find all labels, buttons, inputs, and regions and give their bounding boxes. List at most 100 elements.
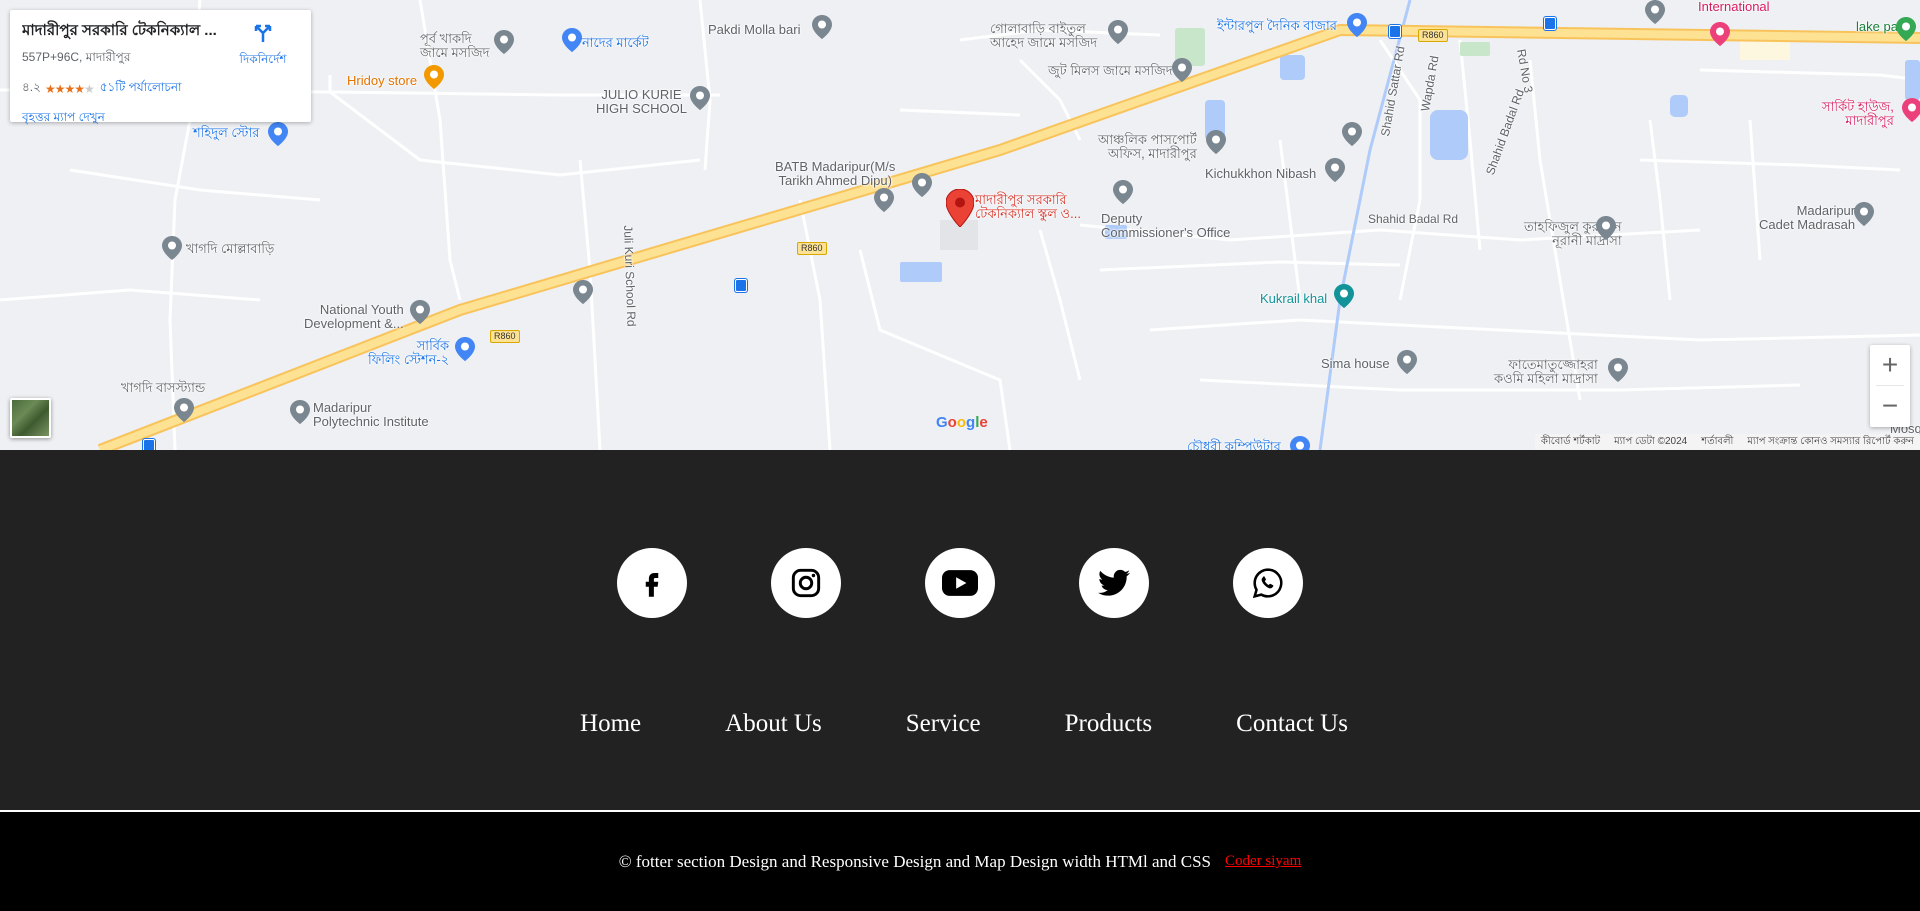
terms-link[interactable]: শর্তাবলী xyxy=(1701,434,1733,451)
hotel-pin-icon[interactable] xyxy=(1710,22,1730,46)
mosque-pin-icon[interactable] xyxy=(1108,20,1128,44)
instagram-link[interactable] xyxy=(771,548,841,618)
nav-products-link[interactable]: Products xyxy=(1065,710,1153,738)
place-pin-icon[interactable] xyxy=(494,30,514,54)
school-pin-icon[interactable] xyxy=(912,173,932,197)
place-sarbik-filling-station[interactable]: সার্বিক ফিলিং স্টেশন-২ xyxy=(368,339,449,367)
selected-place-label[interactable]: মাদারীপুর সরকারি টেকনিক্যাল স্কুল ও... xyxy=(975,193,1081,221)
place-kichukkhon-nibash[interactable]: Kichukkhon Nibash xyxy=(1205,167,1316,181)
school-pin-icon[interactable] xyxy=(1854,202,1874,226)
shopping-pin-icon[interactable] xyxy=(562,28,582,52)
government-pin-icon[interactable] xyxy=(1113,180,1133,204)
school-pin-icon[interactable] xyxy=(290,400,310,424)
mosque-pin-icon[interactable] xyxy=(1172,58,1192,82)
road-shield-r860: R860 xyxy=(797,242,827,255)
camera-pin-icon[interactable] xyxy=(1334,284,1354,308)
place-title: মাদারীপুর সরকারি টেকনিক্যাল ... xyxy=(22,22,217,39)
instagram-icon xyxy=(791,568,821,598)
road-shahid-badal-2: Shahid Badal Rd xyxy=(1368,212,1459,226)
place-khagdi-bus-stand[interactable]: খাগদি বাসস্ট্যান্ড xyxy=(121,381,205,395)
gas-station-pin-icon[interactable] xyxy=(455,337,475,361)
place-pakdi-molla-bari[interactable]: Pakdi Molla bari xyxy=(708,23,801,37)
nav-service-link[interactable]: Service xyxy=(906,710,981,738)
twitter-link[interactable] xyxy=(1079,548,1149,618)
google-map-embed[interactable]: পূর্ব খাকদি জামে মসজিদ নাদের মার্কেট Pakd… xyxy=(0,0,1920,450)
view-larger-map-link[interactable]: বৃহত্তর ম্যাপ দেখুন xyxy=(22,109,299,129)
facebook-link[interactable] xyxy=(617,548,687,618)
directions-label: দিকনির্দেশ xyxy=(239,52,287,66)
place-national-youth-development[interactable]: National Youth Development &... xyxy=(304,303,404,331)
map-data-text: ম্যাপ ডেটা ©2024 xyxy=(1614,435,1688,447)
footer-nav: Home About Us Service Products Contact U… xyxy=(0,710,1920,738)
place-sima-house[interactable]: Sima house xyxy=(1321,357,1390,371)
government-pin-icon[interactable] xyxy=(1206,130,1226,154)
school-pin-icon[interactable] xyxy=(1608,358,1628,382)
hotel-pin-icon[interactable] xyxy=(1902,98,1920,122)
social-links xyxy=(0,548,1920,618)
place-madaripur-cadet-madrasah[interactable]: Madaripur Cadet Madrasah xyxy=(1759,204,1855,232)
nav-home-link[interactable]: Home xyxy=(580,710,641,738)
copyright-bar: © fotter section Design and Responsive D… xyxy=(0,812,1920,911)
mosque-pin-icon[interactable] xyxy=(162,236,182,260)
place-fatematuz-zohra-madrasa[interactable]: ফাতেমাতুজ্জোহরা কওমি মহিলা মাদ্রাসা xyxy=(1494,358,1598,386)
youtube-link[interactable] xyxy=(925,548,995,618)
keyboard-shortcuts-link[interactable]: কীবোর্ড শর্টকাট xyxy=(1541,434,1600,451)
google-logo: Google xyxy=(936,414,988,431)
place-nader-market[interactable]: নাদের মার্কেট xyxy=(582,36,649,50)
place-pin-icon[interactable] xyxy=(573,280,593,304)
bus-stop-icon[interactable] xyxy=(143,439,155,450)
place-khagdi-mollabari[interactable]: খাগদি মোল্লাবাড়ি xyxy=(186,242,274,256)
whatsapp-link[interactable] xyxy=(1233,548,1303,618)
selected-location-marker-icon[interactable] xyxy=(946,189,974,227)
park-pin-icon[interactable] xyxy=(1896,17,1916,41)
place-circuit-house[interactable]: সার্কিট হাউজ, মাদারীপুর xyxy=(1822,100,1894,128)
place-deputy-commissioner-office[interactable]: Deputy Commissioner's Office xyxy=(1101,212,1230,240)
map-attribution: কীবোর্ড শর্টকাট ম্যাপ ডেটা ©2024 শর্তাবল… xyxy=(1534,434,1920,451)
satellite-layer-toggle[interactable] xyxy=(10,398,51,438)
reviews-link[interactable]: ৫১টি পর্যালোচনা xyxy=(100,79,182,99)
place-julio-kurie-school[interactable]: JULIO KURIE HIGH SCHOOL xyxy=(596,88,687,116)
twitter-icon xyxy=(1098,569,1130,596)
site-footer: Home About Us Service Products Contact U… xyxy=(0,450,1920,810)
place-info-card: মাদারীপুর সরকারি টেকনিক্যাল ... 557P+96C… xyxy=(10,10,311,124)
school-pin-icon[interactable] xyxy=(690,86,710,110)
place-pin-icon[interactable] xyxy=(1325,158,1345,182)
place-passport-office[interactable]: আঞ্চলিক পাসপোর্ট অফিস, মাদারীপুর xyxy=(1098,133,1197,161)
nav-contact-link[interactable]: Contact Us xyxy=(1236,710,1348,738)
rating-row: ৪.২ ★★★★★ ৫১টি পর্যালোচনা xyxy=(22,79,299,99)
place-madaripur-polytechnic[interactable]: Madaripur Polytechnic Institute xyxy=(313,401,429,429)
place-interpool-bazar[interactable]: ইন্টারপুল দৈনিক বাজার xyxy=(1217,19,1337,33)
shopping-pin-icon[interactable] xyxy=(1347,13,1367,37)
bus-stop-icon[interactable] xyxy=(1389,25,1401,38)
place-pin-icon[interactable] xyxy=(1342,122,1362,146)
place-pin-icon[interactable] xyxy=(874,188,894,212)
store-pin-icon[interactable] xyxy=(1290,436,1310,450)
place-pin-icon[interactable] xyxy=(1645,0,1665,24)
bus-stop-icon[interactable] xyxy=(735,279,747,292)
place-hridoy-store[interactable]: Hridoy store xyxy=(347,74,417,88)
place-pin-icon[interactable] xyxy=(812,15,832,39)
place-chowdhury-computer[interactable]: চৌধুরী কম্পিউটার xyxy=(1187,440,1281,451)
zoom-out-button[interactable]: − xyxy=(1870,386,1910,426)
bus-stop-icon[interactable] xyxy=(1544,17,1556,30)
nav-about-link[interactable]: About Us xyxy=(725,710,822,738)
place-kukrail-khal[interactable]: Kukrail khal xyxy=(1260,292,1327,306)
place-golabari-mosque[interactable]: গোলাবাড়ি বাইতুল আহেদ জামে মসজিদ xyxy=(990,22,1097,50)
author-link[interactable]: Coder siyam xyxy=(1225,853,1301,870)
place-pin-icon[interactable] xyxy=(1397,350,1417,374)
star-rating-icon: ★★★★★ xyxy=(44,82,95,96)
report-problem-link[interactable]: ম্যাপ সংক্রান্ত কোনও সমস্যার রিপোর্ট করু… xyxy=(1747,434,1914,451)
mosque-pin-icon[interactable] xyxy=(1596,216,1616,240)
store-pin-icon[interactable] xyxy=(424,65,444,89)
road-shield-r860: R860 xyxy=(1418,29,1448,42)
whatsapp-icon xyxy=(1252,568,1283,599)
place-batb-madaripur[interactable]: BATB Madaripur(M/s Tarikh Ahmed Dipu) xyxy=(775,160,895,188)
zoom-control: + − xyxy=(1870,345,1910,427)
place-jute-mills-mosque[interactable]: জুট মিলস জামে মসজিদ xyxy=(1048,64,1173,78)
place-pin-icon[interactable] xyxy=(174,398,194,422)
place-purba-khakdi[interactable]: পূর্ব খাকদি জামে মসজিদ xyxy=(420,32,489,60)
directions-button[interactable]: দিকনির্দেশ xyxy=(233,22,293,71)
place-pin-icon[interactable] xyxy=(410,300,430,324)
place-international[interactable]: International xyxy=(1698,0,1770,14)
zoom-in-button[interactable]: + xyxy=(1870,345,1910,385)
